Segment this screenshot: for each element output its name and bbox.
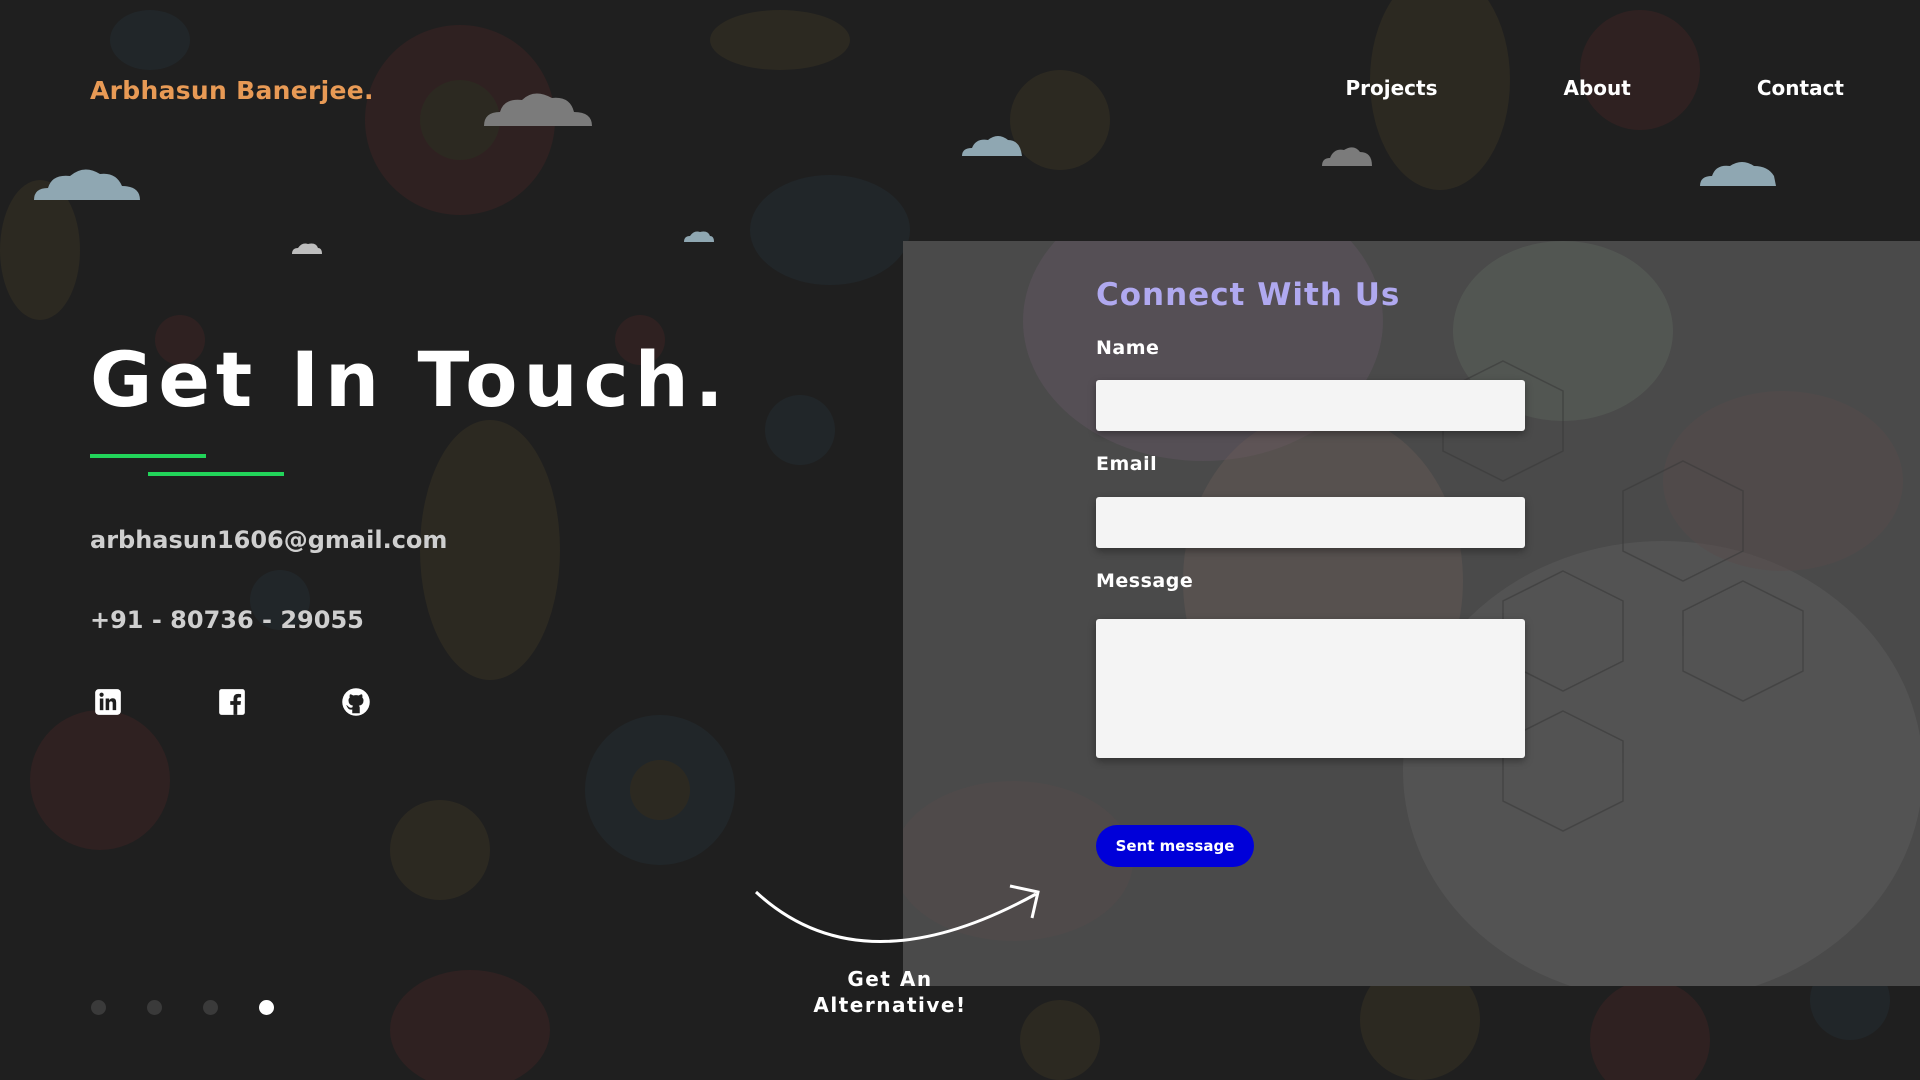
- contact-phone[interactable]: +91 - 80736 - 29055: [90, 606, 364, 634]
- title-underline-top: [90, 454, 206, 458]
- panel-background-image: [903, 241, 1920, 986]
- alternative-line-1: Get An: [847, 967, 933, 991]
- brand-logo-text[interactable]: Arbhasun Banerjee.: [90, 76, 374, 105]
- pagination-dot-active[interactable]: [259, 1000, 274, 1015]
- section-pagination: [91, 1000, 315, 1015]
- nav-contact-link[interactable]: Contact: [1757, 76, 1844, 100]
- pagination-dot[interactable]: [91, 1000, 106, 1015]
- cloud-icon: [1322, 147, 1372, 166]
- linkedin-link[interactable]: [92, 686, 124, 718]
- name-label: Name: [1096, 337, 1160, 359]
- nav-about-link[interactable]: About: [1564, 76, 1631, 100]
- contact-page: Arbhasun Banerjee. Projects About Contac…: [0, 0, 1920, 1080]
- alternative-line-2: Alternative!: [813, 993, 967, 1017]
- message-label: Message: [1096, 570, 1194, 592]
- name-field[interactable]: [1096, 380, 1525, 431]
- pagination-dot[interactable]: [147, 1000, 162, 1015]
- curved-arrow-icon: [754, 884, 1040, 943]
- cloud-icon: [962, 136, 1022, 156]
- nav-projects-link[interactable]: Projects: [1346, 76, 1438, 100]
- facebook-icon: [219, 689, 245, 715]
- cloud-icon: [292, 243, 322, 254]
- github-icon: [342, 688, 370, 716]
- social-links: [92, 686, 464, 718]
- message-field[interactable]: [1096, 619, 1525, 758]
- contact-email[interactable]: arbhasun1606@gmail.com: [90, 526, 447, 554]
- page-title: Get In Touch.: [90, 335, 730, 424]
- facebook-link[interactable]: [216, 686, 248, 718]
- github-link[interactable]: [340, 686, 372, 718]
- main-nav: Projects About Contact: [1220, 76, 1845, 100]
- cloud-icon: [1700, 162, 1776, 186]
- contact-form-panel: Connect With Us Name Email Message Sent …: [903, 241, 1920, 986]
- cloud-icon: [684, 231, 714, 242]
- pagination-dot[interactable]: [203, 1000, 218, 1015]
- cloud-icon: [34, 169, 140, 200]
- title-underline-bottom: [148, 472, 284, 476]
- email-field[interactable]: [1096, 497, 1525, 548]
- form-title: Connect With Us: [1096, 277, 1401, 313]
- linkedin-icon: [95, 689, 121, 715]
- alternative-link[interactable]: Get An Alternative!: [810, 966, 970, 1018]
- email-label: Email: [1096, 453, 1158, 475]
- cloud-icon: [484, 93, 592, 126]
- send-message-button[interactable]: Sent message: [1096, 825, 1254, 867]
